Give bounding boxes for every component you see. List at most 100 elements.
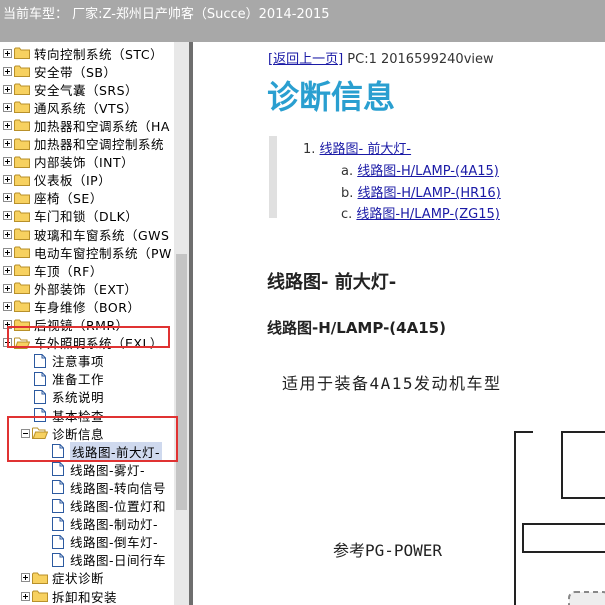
expand-toggle-icon[interactable] [3,193,12,203]
expand-toggle-icon[interactable] [3,84,12,94]
toc-item: 1. 线路图- 前大灯- [303,138,411,157]
tree-item[interactable]: 外部装饰（EXT） [3,279,137,297]
expand-toggle-icon[interactable] [3,120,12,130]
document-icon [52,498,70,513]
diagram-caption: 适用于装备4A15发动机车型 [282,374,502,393]
expand-toggle-icon[interactable] [3,301,12,311]
folder-icon [14,101,34,114]
content-pane: [返回上一页] PC:1 2016599240view 诊断信息 1. 线路图-… [193,42,605,605]
toc-link-hr16[interactable]: 线路图-H/LAMP-(HR16) [358,186,501,201]
tree-item[interactable]: 电动车窗控制系统（PW [3,243,172,261]
tree-item[interactable]: 拆卸和安装 [21,587,117,605]
toc-marker: c. [341,207,353,222]
expand-toggle-icon[interactable] [3,175,12,185]
tree-item[interactable]: 玻璃和车窗系统（GWS [3,225,169,243]
back-link-row: [返回上一页] PC:1 2016599240view [268,48,494,67]
back-link[interactable]: [返回上一页] [268,52,343,67]
tree-scrollbar-thumb[interactable] [176,254,187,510]
tree-item-label: 线路图-转向信号 [70,480,167,496]
tree-item[interactable]: 基本检查 [34,406,104,424]
tree-item[interactable]: 注意事项 [34,352,104,370]
tree-item-label: 外部装饰（EXT） [34,281,138,297]
tree-item[interactable]: 安全带（SB） [3,62,117,80]
expand-toggle-icon[interactable] [3,247,12,257]
folder-icon [14,282,34,295]
expand-toggle-icon[interactable] [21,591,30,601]
diagram-frame-line [514,431,533,605]
tree-item-label: 诊断信息 [52,426,105,442]
tree-item[interactable]: 车门和锁（DLK） [3,207,138,225]
tree-item-label: 准备工作 [52,372,105,388]
tree-item[interactable]: 线路图-位置灯和 [52,497,166,515]
tree-item[interactable]: 座椅（SE） [3,189,103,207]
tree-item[interactable]: 线路图-转向信号 [52,478,166,496]
toc-marker: 1. [303,142,316,157]
expand-toggle-icon[interactable] [21,573,30,583]
tree-item[interactable]: 症状诊断 [21,569,104,587]
expand-toggle-icon[interactable] [3,48,12,58]
document-icon [52,516,70,531]
tree-item-label: 线路图-倒车灯- [70,535,159,551]
tree-item[interactable]: 线路图-制动灯- [52,515,158,533]
folder-icon [14,65,34,78]
expand-toggle-icon[interactable] [3,66,12,76]
tree-item[interactable]: 准备工作 [34,370,104,388]
tree-scrollbar[interactable] [174,42,189,605]
toc-link-4a15[interactable]: 线路图-H/LAMP-(4A15) [357,164,499,179]
tree-item[interactable]: 车身维修（BOR） [3,297,140,315]
tree-item-label: 玻璃和车窗系统（GWS [34,227,170,243]
expand-toggle-icon[interactable] [3,265,12,275]
document-icon [52,480,70,495]
tree-item-label: 注意事项 [52,354,105,370]
document-icon [52,444,70,459]
tree-item[interactable]: 诊断信息 [21,424,104,442]
tree-item-label: 线路图-日间行车 [70,553,167,569]
tree-item[interactable]: 系统说明 [34,388,104,406]
page-title: 诊断信息 [267,78,396,116]
toc-link-zg15[interactable]: 线路图-H/LAMP-(ZG15) [356,207,499,222]
tree-item-label: 线路图-位置灯和 [70,499,167,514]
tree-item[interactable]: 车顶（RF） [3,261,103,279]
tree-item[interactable]: 后视镜（RMR） [3,316,129,334]
folder-icon [32,572,52,584]
tree-item[interactable]: 转向控制系统（STC） [3,44,163,62]
expand-toggle-icon[interactable] [3,320,12,329]
tree-item[interactable]: 线路图-前大灯- [52,441,163,461]
tree-item-label: 后视镜（RMR） [34,318,129,333]
tree-item-label: 车顶（RF） [34,263,103,279]
tree-item[interactable]: 线路图-倒车灯- [52,533,158,551]
subsection-title: 线路图-H/LAMP-(4A15) [267,319,446,337]
navigation-tree: 转向控制系统（STC） 安全带（SB） 安全气囊（SRS） 通风系统（VTS） 加热器和… [0,42,174,605]
tree-item[interactable]: 线路图-雾灯- [52,460,145,478]
expand-toggle-icon[interactable] [3,229,12,239]
tree-item-label: 线路图-雾灯- [70,462,146,478]
folder-open-icon [14,337,34,349]
document-icon [52,552,70,567]
expand-toggle-icon[interactable] [3,157,12,167]
tree-item-label: 转向控制系统（STC） [34,46,164,62]
tree-item[interactable]: 车外照明系统（EXL） [3,334,163,352]
folder-icon [14,47,34,59]
expand-toggle-icon[interactable] [3,139,12,148]
tree-item-label: 车外照明系统（EXL） [34,336,163,352]
expand-toggle-icon[interactable] [3,102,12,112]
tree-item[interactable]: 加热器和空调系统（HA [3,116,170,134]
document-icon [34,353,52,368]
tree-item[interactable]: 仪表板（IP） [3,171,111,189]
expand-toggle-icon[interactable] [3,283,12,293]
tree-item[interactable]: 通风系统（VTS） [3,98,138,116]
toc-link-headlamp[interactable]: 线路图- 前大灯- [320,142,412,157]
collapse-toggle-icon[interactable] [3,338,12,348]
document-icon [34,371,52,386]
folder-icon [14,300,34,313]
window-title: 当前车型： 厂家:Z-郑州日产帅客（Succe）2014-2015 [3,7,330,22]
tree-item[interactable]: 内部装饰（INT） [3,153,134,171]
expand-toggle-icon[interactable] [3,211,12,221]
tree-item[interactable]: 安全气囊（SRS） [3,80,138,98]
collapse-toggle-icon[interactable] [21,428,30,438]
toc-item: a. 线路图-H/LAMP-(4A15) [341,160,499,179]
folder-icon [14,174,34,186]
tree-item[interactable]: 加热器和空调控制系统 [3,135,164,153]
folder-icon [14,319,34,331]
tree-item[interactable]: 线路图-日间行车 [52,551,166,569]
